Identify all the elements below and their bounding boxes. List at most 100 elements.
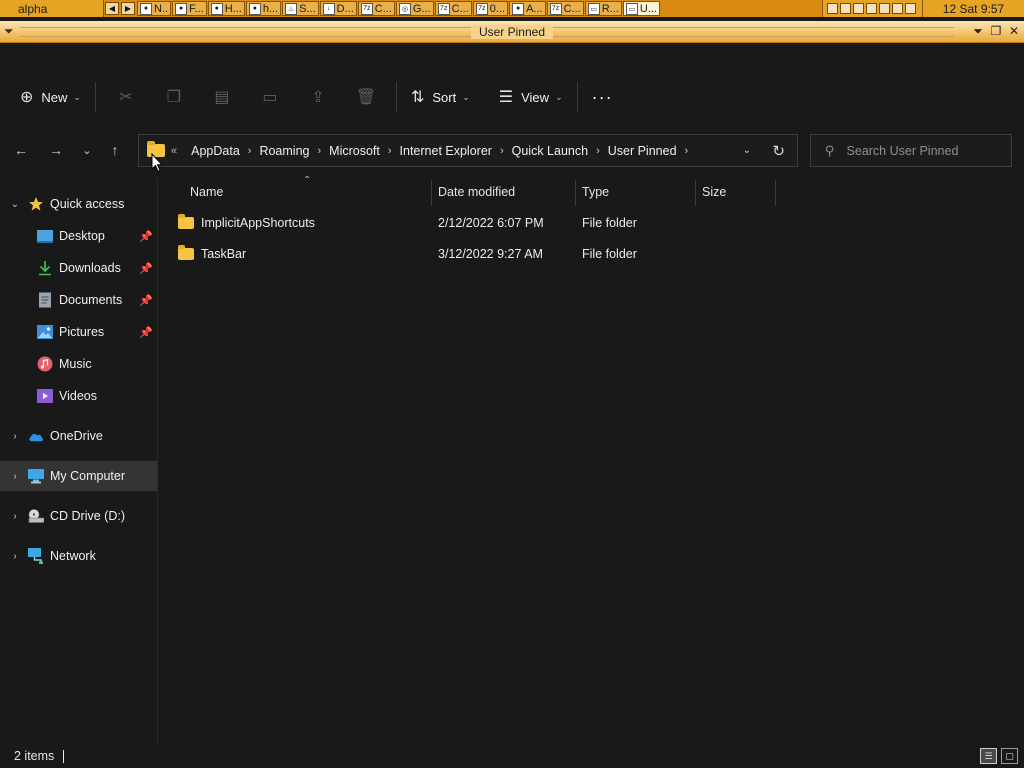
- column-divider[interactable]: [775, 180, 776, 206]
- pin-icon[interactable]: 📌: [139, 230, 153, 243]
- recent-locations-chevron-icon[interactable]: ⌄: [76, 139, 98, 161]
- column-header-size[interactable]: Size: [694, 178, 774, 206]
- cut-button[interactable]: ✂: [102, 80, 150, 114]
- task-button[interactable]: ▭ R...: [584, 1, 622, 16]
- task-button[interactable]: 7z C...: [357, 1, 395, 16]
- expand-chevron-icon[interactable]: ›: [8, 551, 22, 562]
- search-input[interactable]: [846, 143, 997, 158]
- address-history-chevron-icon[interactable]: ⌄: [743, 145, 751, 156]
- large-icons-view-icon[interactable]: ▢: [1001, 748, 1018, 764]
- back-arrow-icon[interactable]: ←: [10, 139, 32, 161]
- sort-button[interactable]: ⇅ Sort ⌄: [403, 80, 478, 114]
- breadcrumb-roaming[interactable]: Roaming: [255, 144, 313, 158]
- task-button[interactable]: ● N..: [137, 1, 172, 16]
- column-header-type[interactable]: Type: [574, 178, 694, 206]
- share-button[interactable]: ⇪: [294, 80, 342, 114]
- pin-icon[interactable]: 📌: [139, 294, 153, 307]
- breadcrumb-chevron-icon[interactable]: ›: [384, 145, 396, 157]
- column-header-date-modified[interactable]: Date modified: [430, 178, 574, 206]
- sidebar-item-music[interactable]: Music: [0, 349, 157, 379]
- tray-next-icon[interactable]: [905, 3, 916, 14]
- prev-workspace-icon[interactable]: ◀: [105, 2, 119, 15]
- breadcrumb-microsoft[interactable]: Microsoft: [325, 144, 384, 158]
- tray-prev-icon[interactable]: [892, 3, 903, 14]
- plus-circle-icon: ⊕: [20, 89, 34, 106]
- sidebar-item-network[interactable]: › Network: [0, 541, 157, 571]
- minimize-icon[interactable]: ⏷: [970, 23, 986, 39]
- pin-icon[interactable]: 📌: [139, 262, 153, 275]
- collapse-chevron-icon[interactable]: ⌄: [8, 199, 22, 210]
- workspace-label[interactable]: alpha: [0, 0, 104, 17]
- trash-icon: 🗑: [355, 89, 377, 106]
- new-button[interactable]: ⊕ New ⌄: [12, 80, 89, 114]
- task-button[interactable]: ● h...: [245, 1, 282, 16]
- cd-drive-icon: [28, 508, 44, 524]
- breadcrumb-appdata[interactable]: AppData: [187, 144, 244, 158]
- close-icon[interactable]: ✕: [1006, 23, 1022, 39]
- tray-icon[interactable]: [827, 3, 838, 14]
- breadcrumb-chevron-icon[interactable]: ›: [592, 145, 604, 157]
- breadcrumb-chevron-icon[interactable]: ›: [681, 145, 693, 157]
- tray-icon[interactable]: [853, 3, 864, 14]
- task-button[interactable]: ♨ S...: [282, 1, 319, 16]
- task-button-active[interactable]: ▭ U...: [622, 1, 660, 16]
- expand-chevron-icon[interactable]: ›: [8, 511, 22, 522]
- maximize-icon[interactable]: ❐: [988, 23, 1004, 39]
- breadcrumb-chevron-icon[interactable]: ›: [313, 145, 325, 157]
- address-bar[interactable]: « AppData › Roaming › Microsoft › Intern…: [138, 134, 798, 167]
- more-options-button[interactable]: ···: [584, 80, 621, 114]
- task-button[interactable]: ● A...: [509, 1, 546, 16]
- next-workspace-icon[interactable]: ▶: [121, 2, 135, 15]
- sidebar-item-onedrive[interactable]: › OneDrive: [0, 421, 157, 451]
- refresh-icon[interactable]: ↻: [772, 142, 785, 160]
- sidebar-item-desktop[interactable]: Desktop 📌: [0, 221, 157, 251]
- system-menu-icon[interactable]: ⏷: [0, 24, 18, 39]
- overflow-icon[interactable]: «: [171, 145, 177, 157]
- folder-icon: [178, 214, 194, 229]
- task-button[interactable]: 7z 0...: [472, 1, 509, 16]
- tray-icon[interactable]: [879, 3, 890, 14]
- task-button[interactable]: ↓ D...: [319, 1, 357, 16]
- volume-icon[interactable]: [866, 3, 877, 14]
- copy-button[interactable]: ❐: [150, 80, 198, 114]
- table-row[interactable]: ImplicitAppShortcuts 2/12/2022 6:07 PM F…: [167, 209, 767, 237]
- up-arrow-icon[interactable]: ↑: [104, 139, 126, 161]
- search-box[interactable]: ⚲: [810, 134, 1012, 167]
- column-header-name[interactable]: Name: [182, 178, 430, 206]
- task-button[interactable]: 7z C...: [546, 1, 584, 16]
- paste-button[interactable]: ▤: [198, 80, 246, 114]
- rename-button[interactable]: ▭: [246, 80, 294, 114]
- sidebar-item-downloads[interactable]: Downloads 📌: [0, 253, 157, 283]
- app-icon: ●: [140, 2, 152, 15]
- task-button[interactable]: 7z C...: [434, 1, 472, 16]
- details-view-icon[interactable]: ☰: [980, 748, 997, 764]
- task-button[interactable]: ● F...: [172, 1, 207, 16]
- delete-button[interactable]: 🗑: [342, 80, 390, 114]
- task-button[interactable]: ● H...: [207, 1, 245, 16]
- sidebar-item-pictures[interactable]: Pictures 📌: [0, 317, 157, 347]
- chevron-down-icon: ⌄: [462, 91, 470, 102]
- sidebar-item-cd-drive[interactable]: › CD Drive (D:): [0, 501, 157, 531]
- sidebar-item-my-computer[interactable]: › My Computer: [0, 461, 157, 491]
- view-button[interactable]: ☰ View ⌄: [491, 80, 571, 114]
- breadcrumb-chevron-icon[interactable]: ›: [244, 145, 256, 157]
- breadcrumb-internet-explorer[interactable]: Internet Explorer: [396, 144, 496, 158]
- breadcrumb-chevron-icon[interactable]: ›: [496, 145, 508, 157]
- sidebar-item-videos[interactable]: Videos: [0, 381, 157, 411]
- window-titlebar[interactable]: ⏷ User Pinned ⏷ ❐ ✕: [0, 21, 1024, 43]
- expand-chevron-icon[interactable]: ›: [8, 431, 22, 442]
- app-icon: 7z: [360, 2, 373, 15]
- folder-app-icon: ▭: [625, 2, 638, 15]
- clock[interactable]: 12 Sat 9:57: [922, 0, 1024, 17]
- expand-chevron-icon[interactable]: ›: [8, 471, 22, 482]
- sidebar-item-documents[interactable]: Documents 📌: [0, 285, 157, 315]
- sidebar-item-quick-access[interactable]: ⌄ Quick access: [0, 189, 157, 219]
- tray-icon[interactable]: [840, 3, 851, 14]
- forward-arrow-icon[interactable]: →: [45, 139, 67, 161]
- table-row[interactable]: TaskBar 3/12/2022 9:27 AM File folder: [167, 240, 767, 268]
- downloads-icon: [37, 260, 53, 276]
- breadcrumb-quick-launch[interactable]: Quick Launch: [508, 144, 592, 158]
- breadcrumb-user-pinned[interactable]: User Pinned: [604, 144, 681, 158]
- task-button[interactable]: ◎ G...: [395, 1, 434, 16]
- pin-icon[interactable]: 📌: [139, 326, 153, 339]
